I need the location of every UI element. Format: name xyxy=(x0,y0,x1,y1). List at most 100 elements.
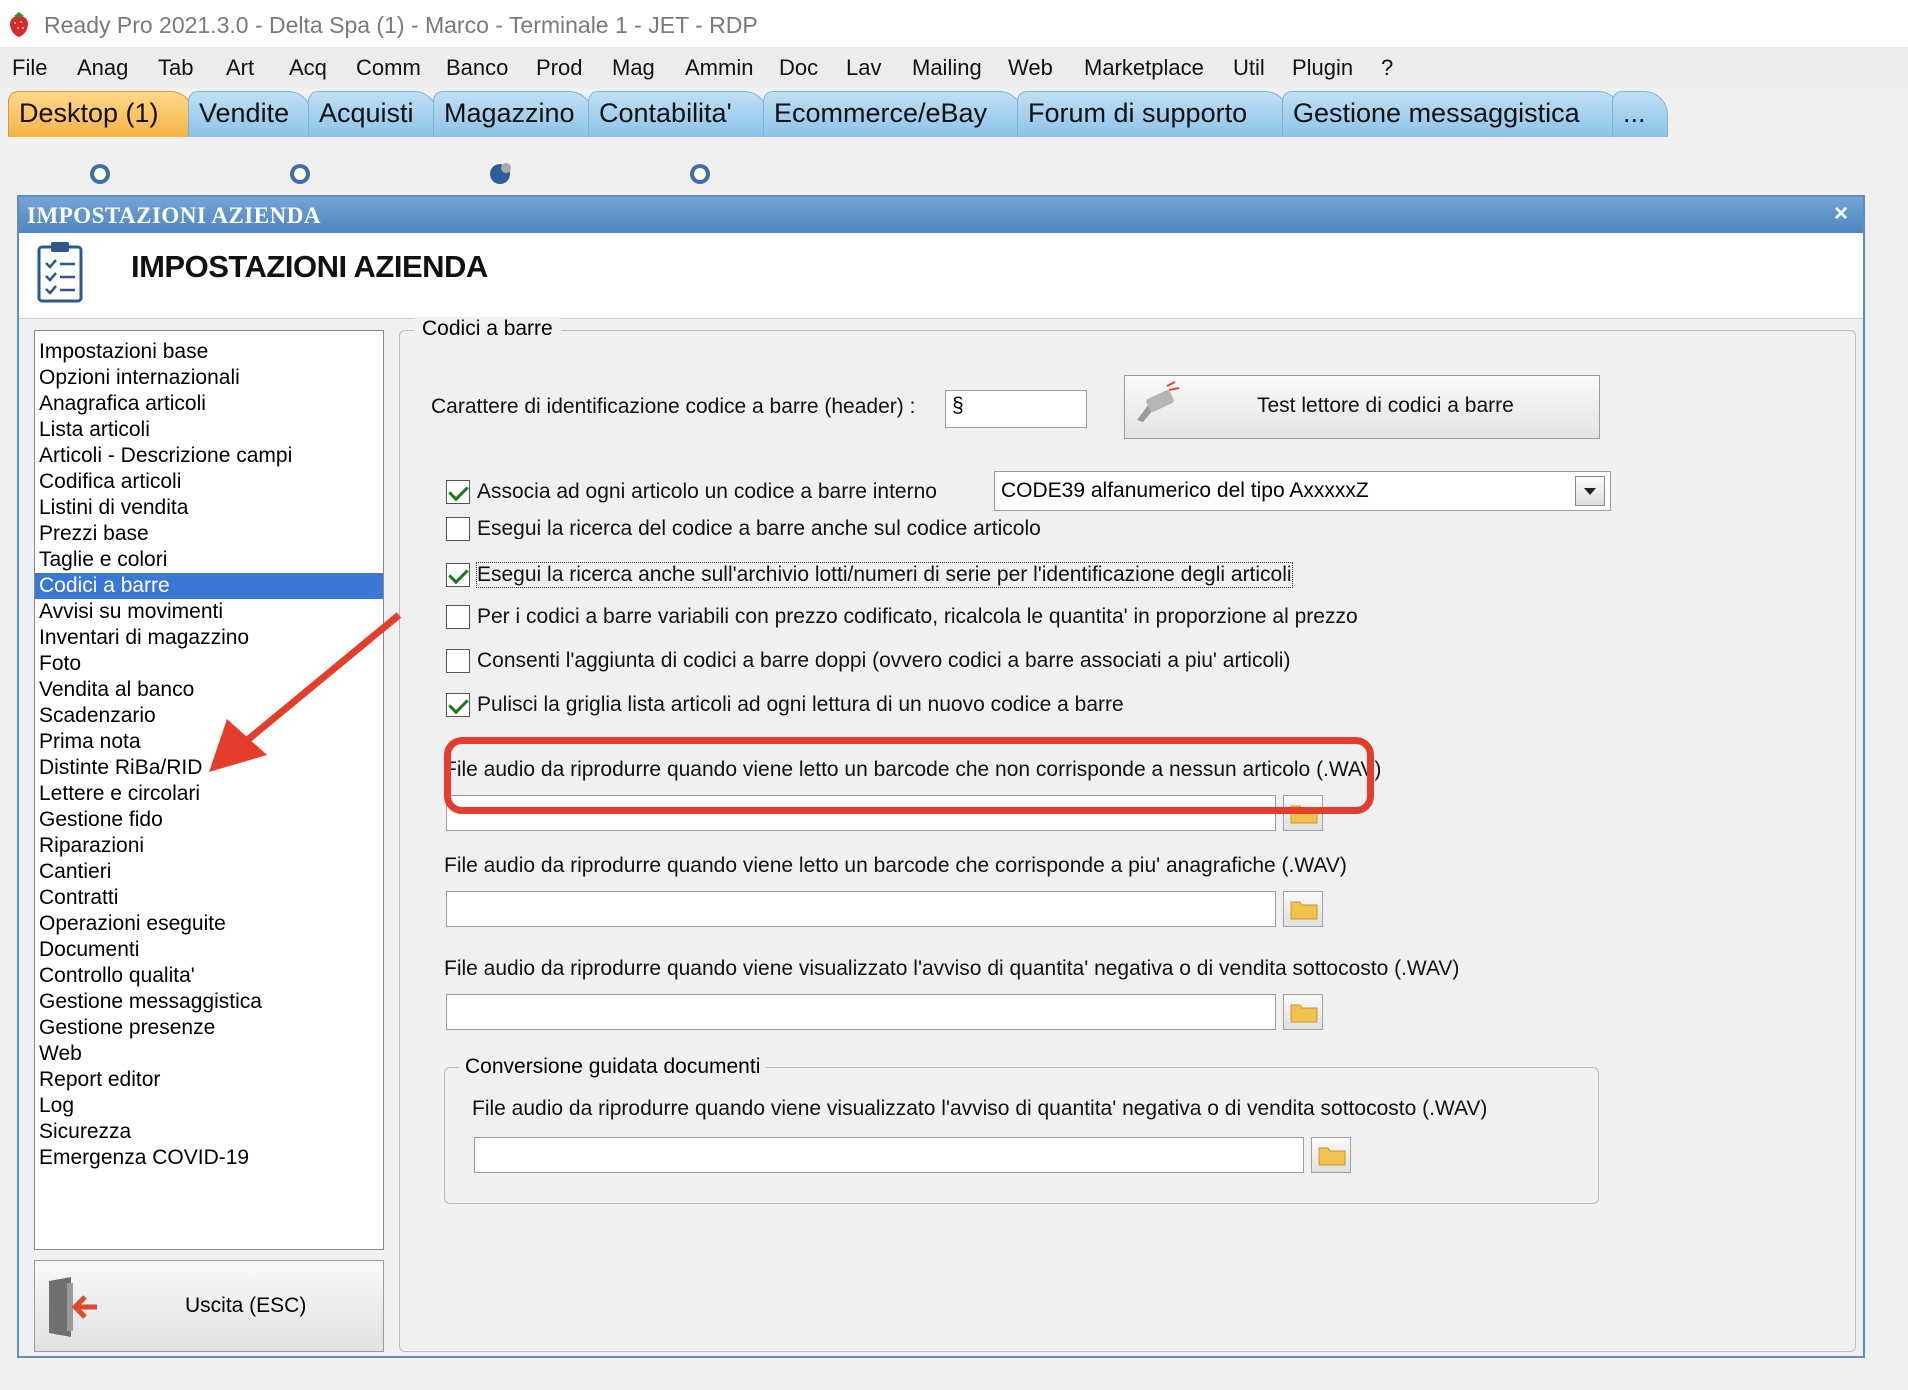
menu-art[interactable]: Art xyxy=(226,55,254,81)
nav-item-prezzi-base[interactable]: Prezzi base xyxy=(35,521,383,547)
menu-file[interactable]: File xyxy=(12,55,47,81)
menu-comm[interactable]: Comm xyxy=(356,55,421,81)
window-title: Ready Pro 2021.3.0 - Delta Spa (1) - Mar… xyxy=(44,12,758,38)
exit-button[interactable]: Uscita (ESC) xyxy=(34,1260,384,1352)
option-clear-grid-checkbox[interactable] xyxy=(446,693,470,717)
menu-tab[interactable]: Tab xyxy=(158,55,193,81)
option-search-code-label: Esegui la ricerca del codice a barre anc… xyxy=(477,517,1041,539)
exit-door-icon xyxy=(49,1277,97,1337)
settings-nav-list[interactable]: Impostazioni base Opzioni internazionali… xyxy=(34,330,384,1250)
browse-audio-multi-match-button[interactable] xyxy=(1283,891,1323,927)
nav-item-impostazioni-base[interactable]: Impostazioni base xyxy=(35,339,383,365)
option-search-code-checkbox[interactable] xyxy=(446,517,470,541)
strawberry-icon xyxy=(10,12,28,37)
tab-more[interactable]: ... xyxy=(1612,91,1668,137)
dialog-header: IMPOSTAZIONI AZIENDA xyxy=(19,233,1863,319)
menu-marketplace[interactable]: Marketplace xyxy=(1084,55,1204,81)
close-icon[interactable]: × xyxy=(1827,200,1855,228)
desktop-user-icon[interactable] xyxy=(476,160,524,194)
nav-item-report-editor[interactable]: Report editor xyxy=(35,1067,383,1093)
barcode-group-title: Codici a barre xyxy=(414,317,561,341)
desktop-user-icon[interactable] xyxy=(76,160,124,194)
option-duplicate-barcodes-checkbox[interactable] xyxy=(446,649,470,673)
option-clear-grid-label: Pulisci la griglia lista articoli ad ogn… xyxy=(477,693,1124,716)
test-barcode-reader-label: Test lettore di codici a barre xyxy=(1257,394,1514,417)
tab-magazzino[interactable]: Magazzino xyxy=(433,91,593,137)
dialog-caption: IMPOSTAZIONI AZIENDA xyxy=(27,203,321,228)
menu-anag[interactable]: Anag xyxy=(77,55,128,81)
nav-item-documenti[interactable]: Documenti xyxy=(35,937,383,963)
nav-item-gestione-presenze[interactable]: Gestione presenze xyxy=(35,1015,383,1041)
highlight-annotation xyxy=(444,737,1374,814)
option-internal-barcode-checkbox[interactable] xyxy=(446,480,470,504)
browse-audio-negative-qty-button[interactable] xyxy=(1283,994,1323,1030)
nav-item-controllo-qualita[interactable]: Controllo qualita' xyxy=(35,963,383,989)
menu-ammin[interactable]: Ammin xyxy=(685,55,753,81)
nav-item-listini-di-vendita[interactable]: Listini di vendita xyxy=(35,495,383,521)
tab-ecommerce[interactable]: Ecommerce/eBay xyxy=(763,91,1023,137)
nav-item-riparazioni[interactable]: Riparazioni xyxy=(35,833,383,859)
nav-item-cantieri[interactable]: Cantieri xyxy=(35,859,383,885)
clipboard-checklist-icon xyxy=(37,242,83,303)
option-search-lots-checkbox[interactable] xyxy=(446,563,470,587)
exit-label: Uscita (ESC) xyxy=(185,1294,307,1317)
audio-negative-qty-label: File audio da riprodurre quando viene vi… xyxy=(444,957,1460,980)
tab-forum[interactable]: Forum di supporto xyxy=(1017,91,1289,137)
test-barcode-reader-button[interactable]: Test lettore di codici a barre xyxy=(1124,375,1600,439)
tab-vendite[interactable]: Vendite xyxy=(188,91,312,137)
nav-item-operazioni-eseguite[interactable]: Operazioni eseguite xyxy=(35,911,383,937)
nav-item-codici-a-barre[interactable]: Codici a barre xyxy=(35,573,383,599)
tab-bar: Desktop (1) Vendite Acquisti Magazzino C… xyxy=(0,88,1908,138)
tab-gestione-messaggistica[interactable]: Gestione messaggistica xyxy=(1282,91,1622,137)
page-title: IMPOSTAZIONI AZIENDA xyxy=(131,249,488,284)
nav-item-taglie-e-colori[interactable]: Taglie e colori xyxy=(35,547,383,573)
menu-banco[interactable]: Banco xyxy=(446,55,508,81)
barcode-type-value: CODE39 alfanumerico del tipo AxxxxxZ xyxy=(1001,479,1369,502)
document-conversion-group-title: Conversione guidata documenti xyxy=(459,1055,767,1079)
nav-item-emergenza-covid[interactable]: Emergenza COVID-19 xyxy=(35,1145,383,1171)
nav-item-gestione-fido[interactable]: Gestione fido xyxy=(35,807,383,833)
tab-contabilita[interactable]: Contabilita' xyxy=(588,91,768,137)
audio-negative-qty-input[interactable] xyxy=(446,994,1276,1030)
tab-acquisti[interactable]: Acquisti xyxy=(308,91,438,137)
audio-conversion-label: File audio da riprodurre quando viene vi… xyxy=(472,1097,1488,1120)
barcode-type-select[interactable]: CODE39 alfanumerico del tipo AxxxxxZ xyxy=(994,471,1611,511)
nav-item-log[interactable]: Log xyxy=(35,1093,383,1119)
nav-item-contratti[interactable]: Contratti xyxy=(35,885,383,911)
dialog-caption-bar: IMPOSTAZIONI AZIENDA × xyxy=(19,197,1863,233)
chevron-down-icon[interactable] xyxy=(1575,476,1605,506)
nav-item-lettere-e-circolari[interactable]: Lettere e circolari xyxy=(35,781,383,807)
nav-item-gestione-messaggistica[interactable]: Gestione messaggistica xyxy=(35,989,383,1015)
nav-item-web[interactable]: Web xyxy=(35,1041,383,1067)
menu-prod[interactable]: Prod xyxy=(536,55,582,81)
menu-mag[interactable]: Mag xyxy=(612,55,655,81)
folder-icon xyxy=(1318,1147,1346,1166)
header-char-input[interactable]: § xyxy=(945,390,1087,428)
option-search-lots-label: Esegui la ricerca anche sull'archivio lo… xyxy=(476,562,1293,588)
document-conversion-group xyxy=(444,1067,1599,1204)
company-settings-dialog: IMPOSTAZIONI AZIENDA × IMPOSTAZIONI AZIE… xyxy=(17,195,1865,1358)
tab-desktop[interactable]: Desktop (1) xyxy=(8,91,194,137)
option-variable-price-checkbox[interactable] xyxy=(446,605,470,629)
audio-multi-match-input[interactable] xyxy=(446,891,1276,927)
menu-help[interactable]: ? xyxy=(1381,55,1393,81)
nav-item-codifica-articoli[interactable]: Codifica articoli xyxy=(35,469,383,495)
menu-acq[interactable]: Acq xyxy=(289,55,327,81)
browse-audio-conversion-button[interactable] xyxy=(1311,1137,1351,1173)
menu-lav[interactable]: Lav xyxy=(846,55,881,81)
audio-conversion-input[interactable] xyxy=(474,1137,1304,1173)
menu-util[interactable]: Util xyxy=(1233,55,1265,81)
nav-item-anagrafica-articoli[interactable]: Anagrafica articoli xyxy=(35,391,383,417)
nav-item-articoli-descrizione-campi[interactable]: Articoli - Descrizione campi xyxy=(35,443,383,469)
menu-mailing[interactable]: Mailing xyxy=(912,55,982,81)
desktop-user-icon[interactable] xyxy=(676,160,724,194)
nav-item-opzioni-internazionali[interactable]: Opzioni internazionali xyxy=(35,365,383,391)
option-duplicate-barcodes-label: Consenti l'aggiunta di codici a barre do… xyxy=(477,649,1291,672)
desktop-user-icon[interactable] xyxy=(276,160,324,194)
menu-web[interactable]: Web xyxy=(1008,55,1053,81)
menu-plugin[interactable]: Plugin xyxy=(1292,55,1353,81)
nav-item-lista-articoli[interactable]: Lista articoli xyxy=(35,417,383,443)
menu-doc[interactable]: Doc xyxy=(779,55,818,81)
audio-multi-match-label: File audio da riprodurre quando viene le… xyxy=(444,854,1347,877)
nav-item-sicurezza[interactable]: Sicurezza xyxy=(35,1119,383,1145)
